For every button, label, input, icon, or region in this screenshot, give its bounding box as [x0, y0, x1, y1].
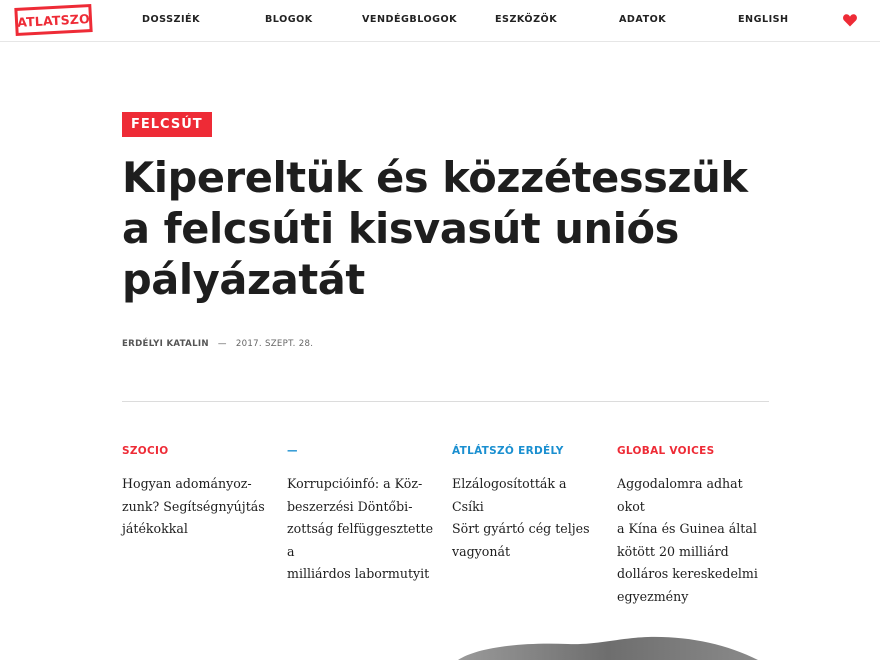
- related-card: SZOCIO Hogyan adományoz- zunk? Segítségn…: [122, 443, 272, 541]
- article-title: Kipereltük és közzétesszük a felcsúti ki…: [122, 152, 782, 305]
- section-divider: [122, 401, 769, 402]
- related-title-line: kötött 20 milliárd: [617, 543, 729, 559]
- logo-text: ATLATSZO: [16, 10, 91, 30]
- related-title-line: dolláros kereskedelmi: [617, 566, 758, 581]
- article-tag[interactable]: FELCSÚT: [122, 112, 212, 137]
- article-photo: [458, 636, 758, 660]
- related-title[interactable]: Aggodalomra adhat okot a Kína és Guinea …: [617, 473, 767, 608]
- byline-separator: —: [217, 339, 227, 349]
- related-title-line: zottság felfüggesztette a: [287, 521, 434, 559]
- nav-item-english[interactable]: ENGLISH: [738, 14, 789, 25]
- related-title-line: Korrupcióinfó: a Köz-: [287, 476, 423, 491]
- related-title-line: játékokkal: [122, 521, 188, 536]
- related-card: ÁTLÁTSZÓ ERDÉLY Elzálogosították a Csíki…: [452, 443, 602, 563]
- related-category[interactable]: GLOBAL VOICES: [617, 443, 767, 459]
- related-title-line: Aggodalomra adhat okot: [617, 476, 743, 514]
- related-title-line: beszerzési Döntőbi-: [287, 498, 413, 514]
- related-card: — Korrupcióinfó: a Köz- beszerzési Döntő…: [287, 443, 437, 586]
- nav-item-adatok[interactable]: ADATOK: [619, 14, 666, 25]
- nav-item-blogok[interactable]: BLOGOK: [265, 14, 313, 25]
- related-title-line: egyezmény: [617, 588, 689, 604]
- top-navigation-bar: ATLATSZO DOSSZIÉK BLOGOK VENDÉGBLOGOK ES…: [0, 0, 880, 42]
- article-byline: ERDÉLYI KATALIN — 2017. SZEPT. 28.: [122, 339, 313, 349]
- related-title-line: milliárdos labormutyit: [287, 566, 430, 581]
- heart-icon[interactable]: [842, 12, 858, 28]
- related-card: GLOBAL VOICES Aggodalomra adhat okot a K…: [617, 443, 767, 608]
- related-title[interactable]: Elzálogosították a Csíki Sört gyártó cég…: [452, 473, 602, 563]
- related-title-line: a Kína és Guinea által: [617, 521, 757, 536]
- related-category[interactable]: —: [287, 443, 437, 459]
- nav-item-eszkozok[interactable]: ESZKÖZÖK: [495, 14, 557, 25]
- nav-item-vendegblogok[interactable]: VENDÉGBLOGOK: [362, 14, 457, 25]
- related-title-line: zunk? Segítségnyújtás: [122, 498, 265, 514]
- site-logo[interactable]: ATLATSZO: [14, 4, 93, 36]
- related-title[interactable]: Hogyan adományoz- zunk? Segítségnyújtás …: [122, 473, 272, 541]
- article-title-line: a felcsúti kisvasút uniós: [122, 204, 679, 253]
- publish-date: 2017. SZEPT. 28.: [235, 339, 314, 349]
- article-title-line: pályázatát: [122, 255, 365, 304]
- related-title-line: Hogyan adományoz-: [122, 476, 252, 491]
- related-title-line: Sört gyártó cég teljes: [452, 521, 590, 536]
- related-title-line: vagyonát: [452, 543, 511, 559]
- author-link[interactable]: ERDÉLYI KATALIN: [122, 339, 209, 349]
- related-category[interactable]: ÁTLÁTSZÓ ERDÉLY: [452, 443, 602, 459]
- nav-item-dossziek[interactable]: DOSSZIÉK: [142, 14, 200, 25]
- article-title-line: Kipereltük és közzétesszük: [122, 153, 748, 202]
- related-title[interactable]: Korrupcióinfó: a Köz- beszerzési Döntőbi…: [287, 473, 437, 586]
- related-category[interactable]: SZOCIO: [122, 443, 272, 459]
- related-title-line: Elzálogosították a Csíki: [452, 476, 567, 514]
